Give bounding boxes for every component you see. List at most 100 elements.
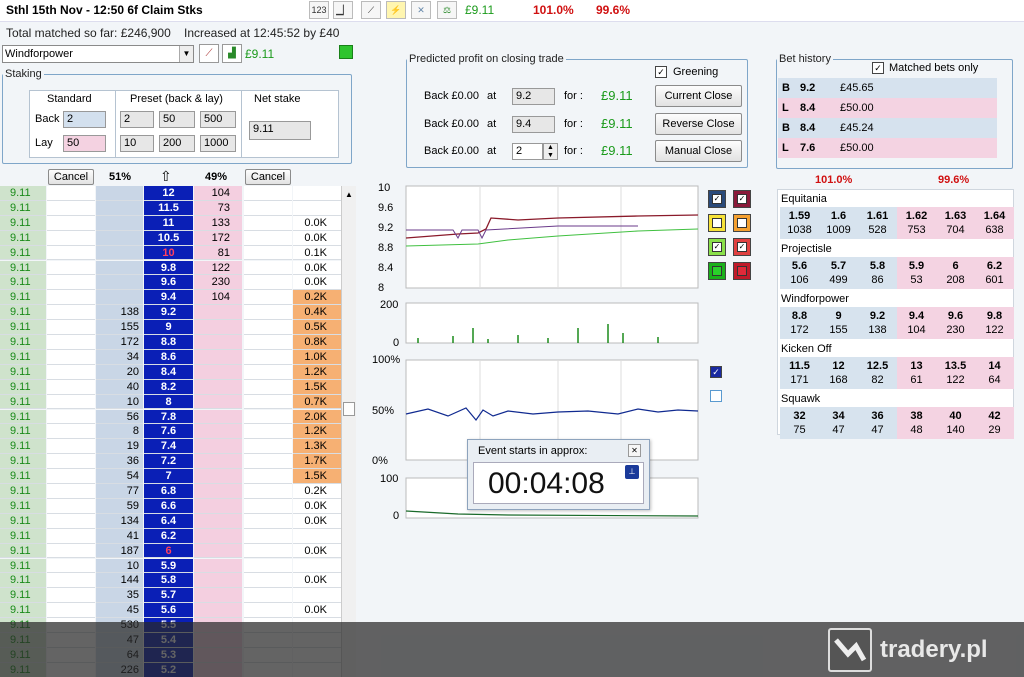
runner-lay-price[interactable]: 1.63 704: [936, 207, 975, 239]
ladder-lay-click-cell[interactable]: [244, 588, 292, 604]
ladder-row[interactable]: 9.11 59 6.6 0.0K: [0, 498, 354, 514]
ladder-lay-click-cell[interactable]: [244, 603, 292, 619]
runner-name[interactable]: Equitania: [781, 193, 827, 205]
scales-icon[interactable]: ⚖: [437, 1, 457, 19]
ladder-back-amount[interactable]: 20: [96, 364, 143, 380]
ladder-lay-amount[interactable]: [194, 409, 242, 425]
ladder-back-amount[interactable]: 56: [96, 409, 143, 425]
ladder-lay-click-cell[interactable]: [244, 230, 292, 246]
ladder-lay-click-cell[interactable]: [244, 439, 292, 455]
ladder-row[interactable]: 9.11 172 8.8 0.8K: [0, 335, 354, 350]
ladder-back-amount[interactable]: 77: [96, 484, 143, 499]
runner-name[interactable]: Kicken Off: [781, 343, 832, 355]
reverse-close-button[interactable]: Reverse Close: [655, 113, 742, 135]
ladder-back-amount[interactable]: 19: [96, 439, 143, 455]
series-toggle-lay[interactable]: ✓: [733, 190, 751, 208]
runner-lay-price[interactable]: 5.9 53: [897, 257, 936, 289]
ladder-lay-amount[interactable]: [194, 513, 242, 529]
ladder-back-click-cell[interactable]: [47, 558, 95, 574]
back-preset-1[interactable]: 2: [120, 111, 154, 128]
ladder-view-icon[interactable]: 123: [309, 1, 329, 19]
ladder-back-click-cell[interactable]: [47, 364, 95, 380]
ladder-lay-click-cell[interactable]: [244, 513, 292, 529]
runner-lay-price[interactable]: 6 208: [936, 257, 975, 289]
ladder-row[interactable]: 9.11 8 7.6 1.2K: [0, 424, 354, 440]
line-chart-icon[interactable]: ▁▏: [333, 1, 353, 19]
ladder-lay-amount[interactable]: [194, 528, 242, 544]
ladder-back-click-cell[interactable]: [47, 528, 95, 544]
runner-lay-price[interactable]: 9.6 230: [936, 307, 975, 339]
ladder-back-click-cell[interactable]: [47, 349, 95, 365]
ladder-lay-click-cell[interactable]: [244, 528, 292, 544]
runner-back-price[interactable]: 9.2 138: [858, 307, 897, 339]
price-ladder[interactable]: 9.11 12 104 9.11 11.5 73 9.11 11 133 0.0K 9.11 10.5…: [0, 186, 354, 677]
ladder-lay-amount[interactable]: [194, 543, 242, 559]
ladder-lay-amount[interactable]: 73: [194, 200, 242, 216]
cancel-back-button[interactable]: Cancel: [48, 169, 94, 185]
lay-preset-1[interactable]: 10: [120, 135, 154, 152]
ladder-back-click-cell[interactable]: [47, 230, 95, 246]
ladder-lay-amount[interactable]: 133: [194, 215, 242, 231]
matched-only-checkbox[interactable]: ✓: [872, 62, 884, 74]
ladder-lay-click-cell[interactable]: [244, 200, 292, 216]
ladder-back-amount[interactable]: [96, 230, 143, 246]
lay-stake-input[interactable]: 50: [63, 135, 106, 152]
ladder-back-amount[interactable]: [96, 200, 143, 216]
ladder-lay-amount[interactable]: [194, 469, 242, 484]
ladder-back-click-cell[interactable]: [47, 603, 95, 619]
chevron-down-icon[interactable]: ▼: [179, 46, 193, 62]
runner-lay-price[interactable]: 6.2 601: [975, 257, 1014, 289]
ladder-lay-click-cell[interactable]: [244, 245, 292, 261]
ladder-back-click-cell[interactable]: [47, 439, 95, 455]
ladder-back-amount[interactable]: 187: [96, 543, 143, 559]
ladder-back-click-cell[interactable]: [47, 543, 95, 559]
runner-back-price[interactable]: 34 47: [819, 407, 858, 439]
disable-icon[interactable]: ✕: [411, 1, 431, 19]
ladder-lay-click-cell[interactable]: [244, 275, 292, 291]
ladder-row[interactable]: 9.11 41 6.2: [0, 528, 354, 544]
lay-preset-2[interactable]: 200: [159, 135, 195, 152]
ladder-lay-amount[interactable]: [194, 498, 242, 514]
series-toggle-orange[interactable]: [733, 214, 751, 232]
ladder-lay-click-cell[interactable]: [244, 335, 292, 350]
ladder-lay-click-cell[interactable]: [244, 394, 292, 410]
ladder-lay-amount[interactable]: [194, 320, 242, 335]
ladder-row[interactable]: 9.11 10 81 0.1K: [0, 245, 354, 261]
runner-back-price[interactable]: 1.59 1038: [780, 207, 819, 239]
ladder-lay-click-cell[interactable]: [244, 186, 292, 201]
ladder-lay-click-cell[interactable]: [244, 290, 292, 306]
ladder-row[interactable]: 9.11 11.5 73: [0, 200, 354, 216]
ladder-back-amount[interactable]: 54: [96, 469, 143, 484]
ladder-back-click-cell[interactable]: [47, 498, 95, 514]
ladder-lay-amount[interactable]: [194, 379, 242, 395]
graph-icon[interactable]: ⟋: [361, 1, 381, 19]
ladder-row[interactable]: 9.11 12 104: [0, 186, 354, 201]
ladder-lay-amount[interactable]: 122: [194, 260, 242, 276]
ladder-lay-click-cell[interactable]: [244, 573, 292, 589]
runner-lay-price[interactable]: 1.62 753: [897, 207, 936, 239]
ladder-lay-click-cell[interactable]: [244, 364, 292, 380]
ladder-back-click-cell[interactable]: [47, 305, 95, 321]
ladder-lay-amount[interactable]: [194, 424, 242, 440]
ladder-back-amount[interactable]: 10: [96, 558, 143, 574]
ladder-lay-amount[interactable]: [194, 335, 242, 350]
ladder-lay-click-cell[interactable]: [244, 454, 292, 470]
scrollbar-thumb[interactable]: [343, 402, 355, 416]
ladder-back-amount[interactable]: 40: [96, 379, 143, 395]
ladder-back-amount[interactable]: 8: [96, 424, 143, 440]
spinner-icon[interactable]: ▲ ▼: [543, 143, 558, 160]
ladder-back-amount[interactable]: 155: [96, 320, 143, 335]
ladder-back-amount[interactable]: 41: [96, 528, 143, 544]
ladder-lay-amount[interactable]: 104: [194, 186, 242, 201]
runner-back-price[interactable]: 9 155: [819, 307, 858, 339]
ladder-lay-click-cell[interactable]: [244, 215, 292, 231]
ladder-row[interactable]: 9.11 9.6 230 0.0K: [0, 275, 354, 291]
runner-back-price[interactable]: 5.7 499: [819, 257, 858, 289]
back-stake-input[interactable]: 2: [63, 111, 106, 128]
ladder-lay-click-cell[interactable]: [244, 498, 292, 514]
ladder-back-click-cell[interactable]: [47, 409, 95, 425]
ladder-lay-amount[interactable]: [194, 558, 242, 574]
ladder-row[interactable]: 9.11 10 8 0.7K: [0, 394, 354, 410]
ladder-back-click-cell[interactable]: [47, 245, 95, 261]
ladder-row[interactable]: 9.11 10.5 172 0.0K: [0, 230, 354, 246]
